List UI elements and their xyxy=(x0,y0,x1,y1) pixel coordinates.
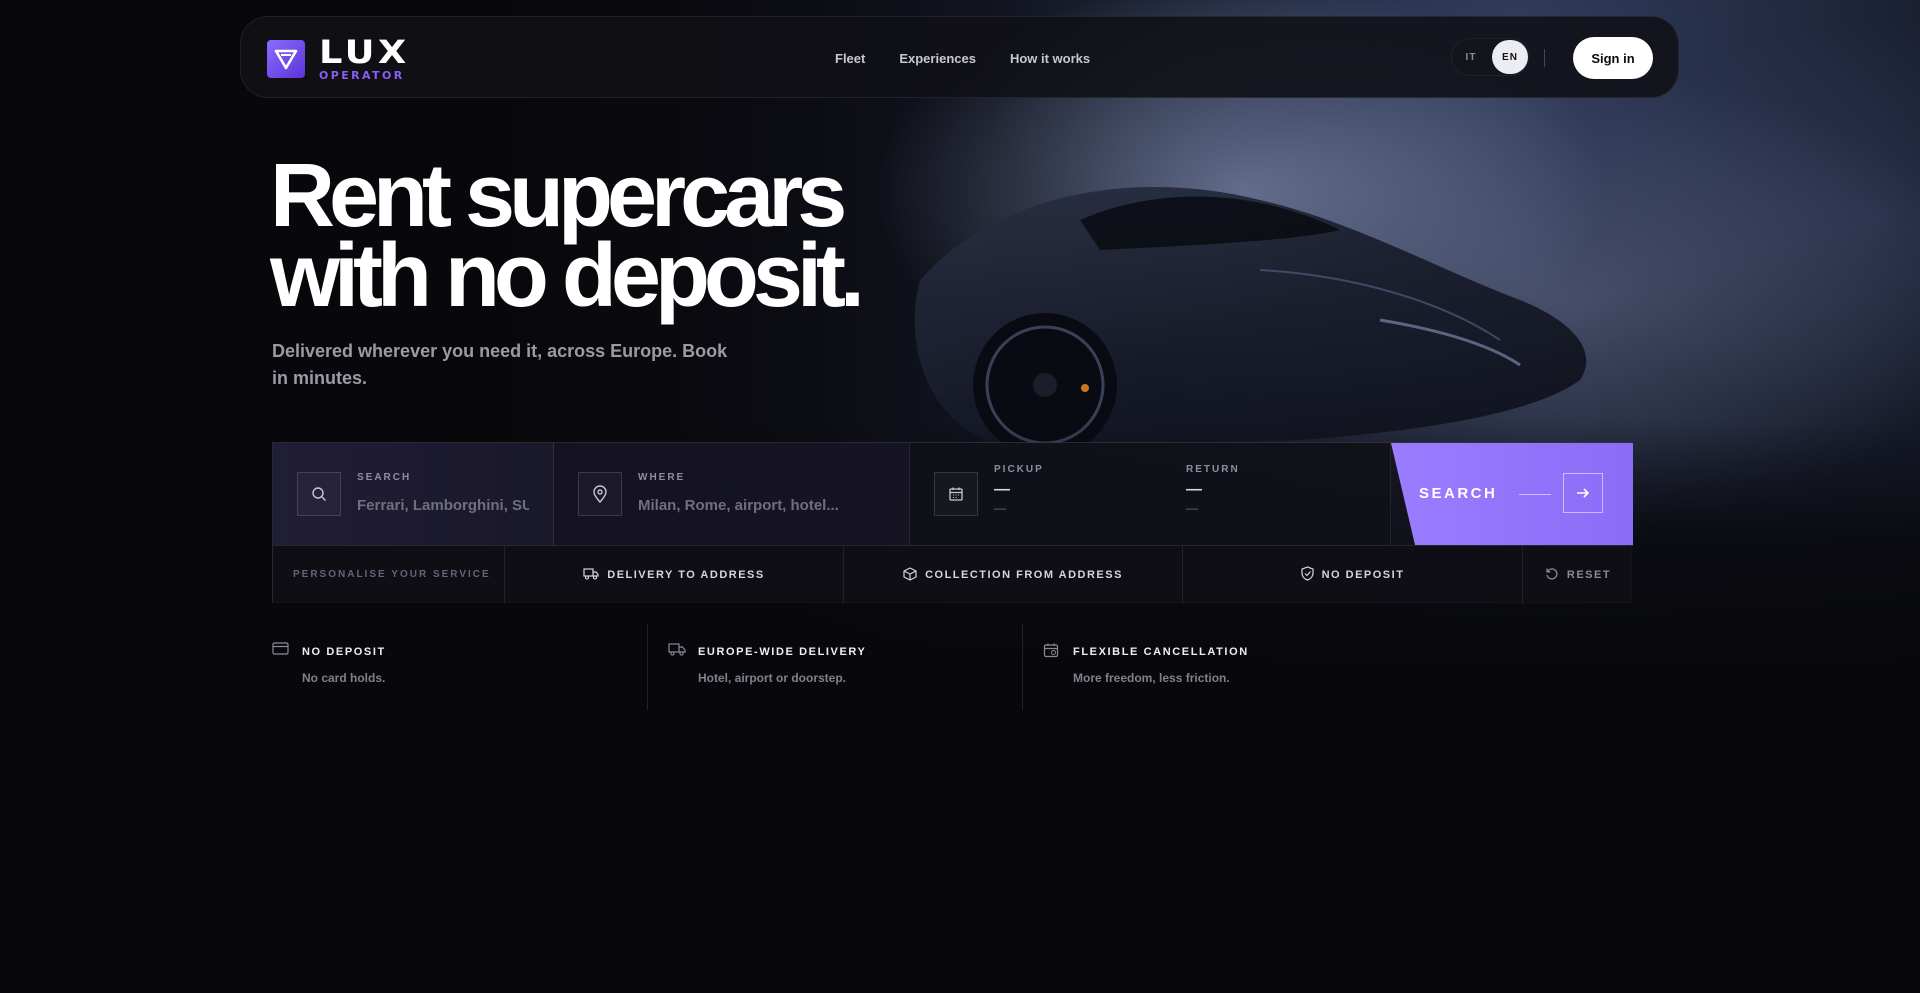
pickup-date[interactable]: PICKUP — — xyxy=(994,464,1044,515)
feature-description: More freedom, less friction. xyxy=(1073,671,1230,685)
feature-list: NO DEPOSIT No card holds. EUROPE-WIDE DE… xyxy=(272,624,1397,710)
reset-button[interactable]: RESET xyxy=(1523,546,1633,604)
dates-field[interactable]: PICKUP — — RETURN — — xyxy=(910,443,1391,545)
language-toggle: IT EN xyxy=(1451,38,1529,76)
pickup-time: — xyxy=(994,501,1006,515)
language-option-en[interactable]: EN xyxy=(1492,40,1528,74)
feature-europe-delivery: EUROPE-WIDE DELIVERY Hotel, airport or d… xyxy=(647,624,1022,710)
map-pin-icon xyxy=(578,472,622,516)
no-deposit-option[interactable]: NO DEPOSIT xyxy=(1183,546,1523,604)
hero-headline-line-1: Rent supercars xyxy=(270,146,847,246)
search-field[interactable]: SEARCH xyxy=(273,443,554,545)
feature-description: No card holds. xyxy=(302,671,386,685)
where-field[interactable]: WHERE xyxy=(554,443,910,545)
no-deposit-option-label: NO DEPOSIT xyxy=(1321,569,1405,581)
diamond-logo-icon xyxy=(267,39,305,78)
service-options: PERSONALISE YOUR SERVICE DELIVERY TO ADD… xyxy=(273,545,1633,604)
calendar-icon xyxy=(1043,642,1059,663)
reset-label: RESET xyxy=(1566,569,1612,581)
sign-in-button[interactable]: Sign in xyxy=(1573,37,1653,79)
return-value: — xyxy=(1186,481,1202,498)
feature-title: FLEXIBLE CANCELLATION xyxy=(1073,646,1249,658)
search-icon xyxy=(297,472,341,516)
feature-no-deposit: NO DEPOSIT No card holds. xyxy=(272,624,647,710)
pickup-label: PICKUP xyxy=(994,464,1044,475)
service-options-label: PERSONALISE YOUR SERVICE xyxy=(273,546,505,603)
logo-tagline: OPERATOR xyxy=(319,69,405,82)
truck-icon xyxy=(583,567,599,583)
supercar-image xyxy=(914,186,1587,450)
search-input[interactable] xyxy=(357,493,529,517)
calendar-icon xyxy=(934,472,978,516)
package-icon xyxy=(903,566,917,584)
reset-icon xyxy=(1545,567,1559,584)
logo-wordmark: LUX xyxy=(319,33,410,71)
where-input[interactable] xyxy=(638,493,888,517)
shield-check-icon xyxy=(1300,566,1314,584)
hero-subtitle: Delivered wherever you need it, across E… xyxy=(272,341,728,388)
search-button[interactable]: SEARCH xyxy=(1391,443,1633,545)
nav-link-how-it-works[interactable]: How it works xyxy=(1010,51,1090,66)
return-time: — xyxy=(1186,501,1198,515)
search-field-label: SEARCH xyxy=(357,472,412,483)
delivery-option-label: DELIVERY TO ADDRESS xyxy=(607,569,765,581)
main-nav: Fleet Experiences How it works xyxy=(835,17,1090,99)
feature-description: Hotel, airport or doorstep. xyxy=(698,671,847,685)
search-button-label: SEARCH xyxy=(1419,485,1498,502)
nav-divider xyxy=(1544,49,1545,67)
pickup-value: — xyxy=(994,481,1010,498)
collection-option-label: COLLECTION FROM ADDRESS xyxy=(925,569,1123,581)
logo[interactable]: LUX OPERATOR xyxy=(267,36,406,82)
hero-headline-line-2: with no deposit. xyxy=(270,226,865,326)
nav-link-experiences[interactable]: Experiences xyxy=(899,51,976,66)
navbar: LUX OPERATOR Fleet Experiences How it wo… xyxy=(240,16,1679,98)
language-option-it[interactable]: IT xyxy=(1452,52,1490,63)
arrow-right-icon xyxy=(1563,473,1603,513)
truck-icon xyxy=(668,642,686,661)
collection-from-address-option[interactable]: COLLECTION FROM ADDRESS xyxy=(844,546,1183,604)
where-field-label: WHERE xyxy=(638,472,686,483)
return-label: RETURN xyxy=(1186,464,1240,475)
delivery-to-address-option[interactable]: DELIVERY TO ADDRESS xyxy=(505,546,844,604)
credit-card-icon xyxy=(272,642,289,660)
return-date[interactable]: RETURN — — xyxy=(1186,464,1240,515)
feature-flexible-cancellation: FLEXIBLE CANCELLATION More freedom, less… xyxy=(1022,624,1397,710)
hero-headline: Rent supercars with no deposit. xyxy=(270,146,865,326)
search-button-line xyxy=(1519,494,1551,495)
search-row: SEARCH WHERE PICKUP — — RETURN — — xyxy=(273,443,1633,545)
feature-title: NO DEPOSIT xyxy=(302,646,386,658)
feature-title: EUROPE-WIDE DELIVERY xyxy=(698,646,867,658)
search-panel: SEARCH WHERE PICKUP — — RETURN — — xyxy=(272,442,1633,604)
nav-link-fleet[interactable]: Fleet xyxy=(835,51,865,66)
